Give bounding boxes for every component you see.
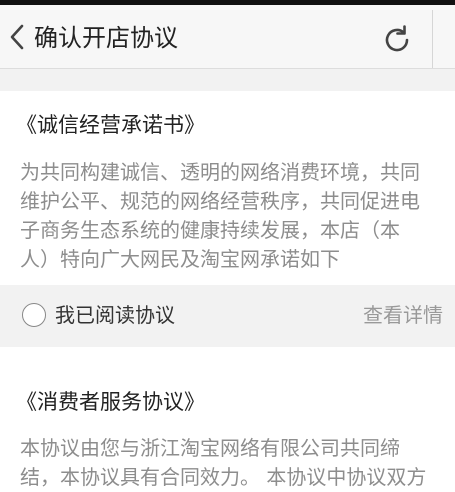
integrity-pledge-title: 《诚信经营承诺书》 bbox=[16, 113, 205, 137]
text-line: 维护公平、规范的网络经营秩序，共同促进电 bbox=[20, 189, 420, 213]
refresh-icon bbox=[385, 25, 409, 52]
chevron-left-icon bbox=[10, 24, 24, 50]
section-gap bbox=[0, 69, 455, 91]
agreement-row[interactable]: 我已阅读协议 查看详情 bbox=[0, 285, 455, 347]
text-line: 为共同构建诚信、透明的网络消费环境，共同 bbox=[20, 160, 420, 184]
header-divider bbox=[432, 10, 433, 68]
agree-label[interactable]: 我已阅读协议 bbox=[55, 300, 175, 330]
agree-radio[interactable] bbox=[22, 303, 46, 327]
consumer-agreement-title: 《消费者服务协议》 bbox=[16, 390, 205, 414]
text-line: 人）特向广大网民及淘宝网承诺如下 bbox=[20, 247, 340, 271]
back-button[interactable] bbox=[4, 19, 30, 55]
refresh-button[interactable] bbox=[379, 22, 415, 58]
page-title: 确认开店协议 bbox=[34, 24, 178, 52]
consumer-agreement-text: 本协议由您与浙江淘宝网络有限公司共同缔 结，本协议具有合同效力。 本协议中协议双… bbox=[20, 434, 455, 492]
text-line: 结，本协议具有合同效力。 本协议中协议双方 bbox=[20, 465, 427, 489]
header-bar: 确认开店协议 bbox=[0, 5, 455, 69]
text-line: 子商务生态系统的健康持续发展，本店（本 bbox=[20, 218, 400, 242]
integrity-pledge-text: 为共同构建诚信、透明的网络消费环境，共同 维护公平、规范的网络经营秩序，共同促进… bbox=[20, 158, 455, 274]
view-details-link[interactable]: 查看详情 bbox=[363, 300, 443, 330]
text-line: 本协议由您与浙江淘宝网络有限公司共同缔 bbox=[20, 436, 400, 460]
